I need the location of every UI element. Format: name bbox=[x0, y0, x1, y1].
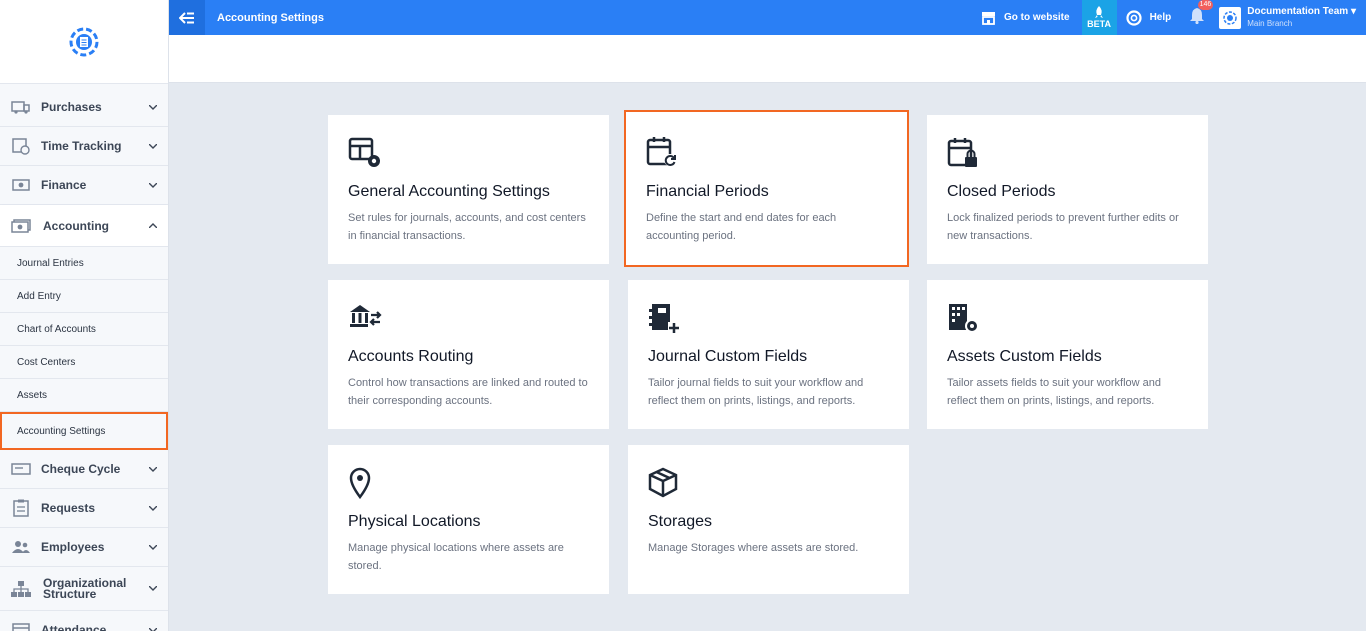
card-title: Journal Custom Fields bbox=[648, 348, 808, 365]
card-accounts-routing[interactable]: Accounts Routing Control how transaction… bbox=[328, 280, 609, 429]
user-menu[interactable]: Documentation Team ▾ Main Branch bbox=[1219, 6, 1356, 30]
user-name: Documentation Team ▾ bbox=[1247, 5, 1356, 17]
sidebar-subitem-add-entry[interactable]: Add Entry bbox=[0, 280, 168, 313]
sidebar-item-attendance[interactable]: Attendance bbox=[0, 611, 168, 631]
chevron-down-icon bbox=[148, 180, 158, 190]
chevron-down-icon bbox=[148, 102, 158, 112]
cash-icon bbox=[11, 218, 31, 234]
calendar-refresh-icon bbox=[646, 137, 676, 166]
logo[interactable] bbox=[0, 0, 168, 84]
truck-icon bbox=[11, 99, 31, 115]
calendar-lock-icon bbox=[947, 138, 977, 167]
sidebar-item-label: Purchases bbox=[41, 100, 102, 114]
card-description: Control how transactions are linked and … bbox=[348, 377, 588, 407]
card-description: Define the start and end dates for each … bbox=[646, 212, 837, 242]
top-bar: Accounting Settings Go to website BETA H… bbox=[169, 0, 1366, 35]
go-to-website-label: Go to website bbox=[1004, 12, 1070, 23]
clipboard-icon bbox=[11, 499, 31, 517]
box-icon bbox=[648, 467, 678, 498]
chevron-down-icon bbox=[148, 141, 158, 151]
money-icon bbox=[11, 177, 31, 193]
beta-label: BETA bbox=[1087, 19, 1111, 29]
card-journal-custom-fields[interactable]: Journal Custom Fields Tailor journal fie… bbox=[628, 280, 909, 429]
sidebar-item-label: Finance bbox=[41, 178, 87, 192]
card-description: Manage physical locations where assets a… bbox=[348, 542, 564, 572]
sidebar-subitem-assets[interactable]: Assets bbox=[0, 379, 168, 412]
logo-icon bbox=[69, 27, 99, 56]
rocket-icon bbox=[1095, 6, 1104, 18]
chevron-down-icon bbox=[148, 464, 158, 474]
sidebar-item-label: Requests bbox=[41, 501, 96, 515]
sidebar-subitem-journal-entries[interactable]: Journal Entries bbox=[0, 247, 168, 280]
chevron-up-icon bbox=[148, 221, 158, 231]
sidebar-item-organizational-structure[interactable]: Organizational Structure bbox=[0, 567, 168, 611]
notifications-badge: 146 bbox=[1197, 0, 1214, 10]
card-storages[interactable]: Storages Manage Storages where assets ar… bbox=[628, 445, 909, 594]
menu-toggle-button[interactable] bbox=[169, 0, 205, 35]
card-general-accounting-settings[interactable]: General Accounting Settings Set rules fo… bbox=[328, 115, 609, 264]
user-branch: Main Branch bbox=[1247, 18, 1293, 28]
store-icon bbox=[982, 11, 996, 25]
card-description: Tailor assets fields to suit your workfl… bbox=[947, 377, 1161, 407]
cheque-icon bbox=[11, 461, 31, 477]
calendar-clock-icon bbox=[11, 138, 31, 155]
lifebuoy-icon bbox=[1125, 9, 1142, 26]
card-title: Storages bbox=[648, 513, 713, 530]
beta-button[interactable]: BETA bbox=[1081, 0, 1117, 35]
notifications-button[interactable]: 146 bbox=[1189, 0, 1214, 29]
card-description: Lock finalized periods to prevent furthe… bbox=[947, 212, 1179, 242]
sidebar-item-accounting[interactable]: Accounting bbox=[0, 205, 168, 247]
sidebar-item-requests[interactable]: Requests bbox=[0, 489, 168, 528]
users-icon bbox=[11, 539, 31, 555]
sidebar-item-label: Time Tracking bbox=[41, 139, 122, 153]
map-pin-icon bbox=[349, 467, 371, 499]
chevron-down-icon bbox=[148, 503, 158, 513]
journal-plus-icon bbox=[649, 304, 680, 334]
sidebar-item-label: Accounting bbox=[43, 218, 109, 233]
chevron-down-icon bbox=[148, 625, 158, 631]
building-gear-icon bbox=[949, 304, 979, 333]
avatar bbox=[1219, 6, 1242, 29]
help-label: Help bbox=[1149, 12, 1172, 23]
sidebar-subitem-chart-of-accounts[interactable]: Chart of Accounts bbox=[0, 313, 168, 346]
go-to-website-button[interactable]: Go to website bbox=[981, 11, 1070, 25]
arrow-left-menu-icon bbox=[179, 11, 194, 24]
company-logo-icon bbox=[1223, 10, 1237, 25]
card-financial-periods[interactable]: Financial Periods Define the start and e… bbox=[624, 110, 909, 267]
sidebar-item-finance[interactable]: Finance bbox=[0, 166, 168, 205]
page-header-bar bbox=[169, 35, 1366, 83]
chevron-down-icon bbox=[148, 542, 158, 552]
table-gear-icon bbox=[348, 137, 380, 167]
bank-transfer-icon bbox=[350, 305, 382, 327]
sidebar-item-label: Cheque Cycle bbox=[41, 462, 121, 476]
card-assets-custom-fields[interactable]: Assets Custom Fields Tailor assets field… bbox=[927, 280, 1208, 429]
sidebar-item-label: Attendance bbox=[41, 623, 107, 631]
sidebar-item-label: Organizational Structure bbox=[43, 575, 127, 601]
sidebar: Purchases Time Tracking Finance Accounti… bbox=[0, 0, 169, 631]
help-button[interactable]: Help bbox=[1125, 9, 1172, 26]
card-title: Assets Custom Fields bbox=[947, 348, 1102, 365]
card-title: Accounts Routing bbox=[348, 348, 474, 365]
card-description: Manage Storages where assets are stored. bbox=[648, 542, 859, 554]
org-chart-icon bbox=[11, 580, 31, 597]
sidebar-item-purchases[interactable]: Purchases bbox=[0, 88, 168, 127]
sidebar-item-time-tracking[interactable]: Time Tracking bbox=[0, 127, 168, 166]
sidebar-subitem-cost-centers[interactable]: Cost Centers bbox=[0, 346, 168, 379]
sidebar-subitem-accounting-settings[interactable]: Accounting Settings bbox=[0, 412, 168, 450]
sidebar-item-employees[interactable]: Employees bbox=[0, 528, 168, 567]
card-title: Physical Locations bbox=[348, 513, 481, 530]
chevron-down-icon bbox=[148, 584, 158, 594]
card-title: Closed Periods bbox=[947, 183, 1056, 200]
sidebar-item-label: Employees bbox=[41, 540, 105, 554]
sidebar-item-cheque-cycle[interactable]: Cheque Cycle bbox=[0, 450, 168, 489]
calendar-icon bbox=[11, 622, 31, 631]
card-title: General Accounting Settings bbox=[348, 183, 550, 200]
card-description: Set rules for journals, accounts, and co… bbox=[348, 212, 586, 242]
card-description: Tailor journal fields to suit your workf… bbox=[648, 377, 864, 407]
card-title: Financial Periods bbox=[646, 183, 769, 200]
card-closed-periods[interactable]: Closed Periods Lock finalized periods to… bbox=[927, 115, 1208, 264]
page-title: Accounting Settings bbox=[217, 11, 324, 24]
card-physical-locations[interactable]: Physical Locations Manage physical locat… bbox=[328, 445, 609, 594]
